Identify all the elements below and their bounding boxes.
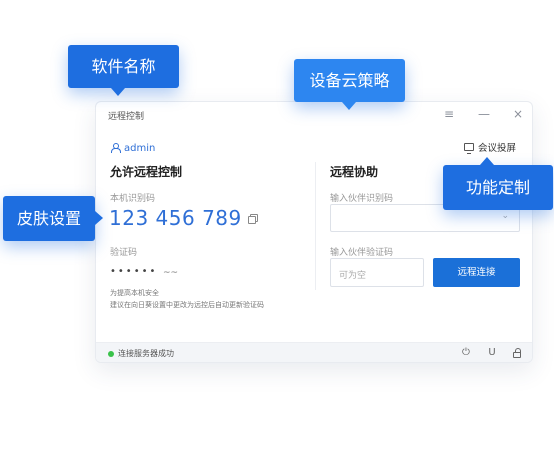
usb-icon[interactable]: U: [486, 347, 498, 358]
lock-icon[interactable]: [513, 348, 521, 358]
eye-closed-icon[interactable]: ~~: [163, 268, 178, 278]
device-id-label: 本机识别码: [110, 194, 156, 204]
password-value: ••••••: [110, 266, 158, 277]
partner-code-label: 输入伙伴验证码: [330, 248, 394, 258]
power-icon[interactable]: ⏻: [460, 347, 472, 358]
menu-icon[interactable]: ≡: [441, 106, 457, 122]
partner-id-label: 输入伙伴识别码: [330, 194, 394, 204]
callout-device-cloud-policy: 设备云策略: [294, 59, 405, 102]
meeting-cast-label: 会议投屏: [478, 143, 517, 154]
chevron-down-icon: ⌄: [501, 211, 509, 221]
callout-tail: [95, 211, 103, 225]
user-account[interactable]: admin: [110, 142, 155, 154]
panel-divider: [315, 162, 316, 290]
security-note-line1: 为提高本机安全: [110, 289, 159, 297]
callout-custom-features: 功能定制: [443, 165, 553, 210]
app-window: 远程控制 ≡ — × admin 允许远程控制 本机识别码 123 456 78…: [95, 101, 533, 363]
status-dot-icon: [108, 351, 114, 357]
callout-tail: [480, 157, 494, 165]
callout-software-name: 软件名称: [68, 45, 179, 88]
title-bar: 远程控制 ≡ — ×: [96, 102, 532, 128]
user-name: admin: [124, 142, 156, 154]
security-note-line2: 建议在向日葵设置中更改为远控后自动更新验证码: [110, 301, 264, 309]
callout-skin-settings: 皮肤设置: [3, 196, 95, 241]
password-label: 验证码: [110, 248, 138, 258]
device-id: 123 456 789: [109, 206, 242, 230]
minimize-icon[interactable]: —: [476, 106, 492, 122]
status-bar: 连接服务器成功 ⏻ U: [96, 342, 532, 362]
close-icon[interactable]: ×: [510, 106, 526, 122]
copy-icon[interactable]: [248, 214, 258, 224]
remote-connect-button[interactable]: 远程连接: [433, 258, 520, 287]
status-text: 连接服务器成功: [118, 349, 174, 358]
screen-cast-icon: [464, 143, 474, 154]
allow-remote-control-title: 允许远程控制: [110, 165, 183, 179]
callout-tail: [111, 88, 125, 96]
callout-tail: [342, 102, 356, 110]
partner-code-input[interactable]: 可为空: [330, 258, 424, 287]
remote-assist-title: 远程协助: [330, 165, 379, 179]
user-icon: [110, 143, 121, 153]
window-title: 远程控制: [108, 112, 145, 122]
meeting-cast-button[interactable]: 会议投屏: [464, 140, 516, 154]
